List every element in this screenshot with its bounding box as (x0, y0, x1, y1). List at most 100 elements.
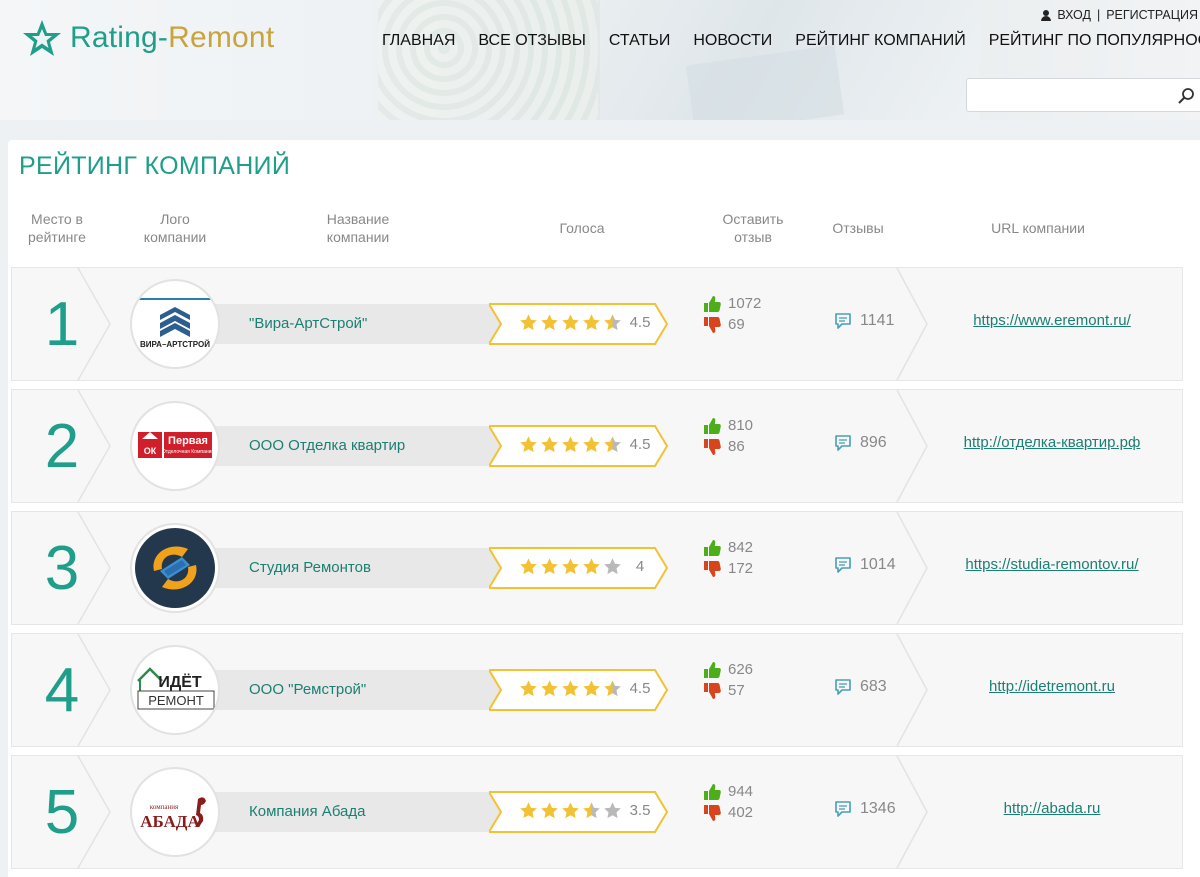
company-name-link[interactable]: ООО "Ремстрой" (249, 670, 366, 710)
nav-item-all-reviews[interactable]: ВСЕ ОТЗЫВЫ (478, 32, 586, 50)
site-header: Rating-Remont ВХОД | РЕГИСТРАЦИЯ ГЛАВНАЯ… (0, 0, 1200, 120)
search-input[interactable] (973, 80, 1173, 110)
like-row[interactable]: 810 (702, 415, 753, 436)
user-icon (1041, 9, 1052, 21)
star-icon (520, 314, 537, 331)
table-row: 3 Студия Ремонтов 4 842 172 1014 https:/… (11, 511, 1183, 625)
nav-item-home[interactable]: ГЛАВНАЯ (382, 32, 455, 50)
star-icon (604, 436, 621, 453)
reviews-count[interactable]: 683 (834, 678, 887, 696)
dislike-row[interactable]: 86 (702, 436, 753, 457)
company-logo[interactable]: ИДЁТ РЕМОНТ (130, 645, 220, 735)
star-icon (562, 802, 579, 819)
vote-counts: 810 86 (702, 415, 753, 457)
company-name-link[interactable]: Компания Абада (249, 792, 366, 832)
like-count: 842 (728, 539, 754, 556)
nav-item-company-rating[interactable]: РЕЙТИНГ КОМПАНИЙ (795, 32, 965, 50)
site-logo[interactable]: Rating-Remont (22, 16, 274, 60)
like-row[interactable]: 842 (702, 537, 753, 558)
company-name-link[interactable]: ООО Отделка квартир (249, 426, 405, 466)
thumbs-up-icon[interactable] (702, 660, 722, 680)
star-icon (520, 558, 537, 575)
thumbs-down-icon[interactable] (702, 803, 722, 823)
search-icon[interactable] (1177, 87, 1195, 105)
rank-number: 3 (44, 533, 80, 603)
company-logo[interactable] (130, 523, 220, 613)
abada-logo-image: компания АБАДА (140, 797, 206, 831)
comment-icon (835, 557, 851, 573)
thumbs-down-icon[interactable] (702, 315, 722, 335)
table-row: 5 Компания Абада компания АБАДА 3.5 944 (11, 755, 1183, 869)
vote-counts: 1072 69 (702, 293, 761, 335)
nav-item-news[interactable]: НОВОСТИ (693, 32, 772, 50)
table-row: 2 ООО Отделка квартир ОК Первая Отделочн… (11, 389, 1183, 503)
reviews-count[interactable]: 1346 (834, 800, 896, 818)
reviews-count[interactable]: 1014 (834, 556, 896, 574)
company-logo[interactable]: ОК Первая Отделочная Компания (130, 401, 220, 491)
company-url-link[interactable]: http://idetremont.ru (927, 678, 1177, 695)
company-url-link[interactable]: https://www.eremont.ru/ (927, 312, 1177, 329)
thumbs-down-icon[interactable] (702, 437, 722, 457)
dislike-row[interactable]: 57 (702, 680, 753, 701)
star-icon (520, 802, 537, 819)
company-url-link[interactable]: http://abada.ru (927, 800, 1177, 817)
like-row[interactable]: 626 (702, 659, 753, 680)
thumbs-down-icon[interactable] (702, 681, 722, 701)
star-icon (604, 680, 621, 697)
reviews-number: 683 (860, 678, 887, 695)
register-link[interactable]: РЕГИСТРАЦИЯ (1106, 8, 1198, 22)
nav-item-articles[interactable]: СТАТЬИ (609, 32, 670, 50)
star-rating (519, 557, 622, 576)
brand-part-remont: Remont (168, 21, 275, 54)
dislike-row[interactable]: 172 (702, 558, 753, 579)
reviews-count[interactable]: 896 (834, 434, 887, 452)
rating-box: 4 (489, 547, 669, 589)
column-header-name: Название компании (326, 211, 390, 245)
star-icon (562, 436, 579, 453)
like-row[interactable]: 944 (702, 781, 753, 802)
column-header-reviews: Отзывы (832, 220, 884, 236)
star-icon (604, 314, 621, 331)
company-url-link[interactable]: http://отделка-квартир.рф (927, 434, 1177, 451)
rating-value: 3.5 (629, 802, 651, 819)
star-icon (562, 680, 579, 697)
thumbs-up-icon[interactable] (702, 538, 722, 558)
thumbs-up-icon[interactable] (702, 782, 722, 802)
like-row[interactable]: 1072 (702, 293, 761, 314)
reviews-number: 1014 (860, 556, 896, 573)
reviews-count[interactable]: 1141 (834, 312, 894, 330)
company-url-link[interactable]: https://studia-remontov.ru/ (927, 556, 1177, 573)
rating-box: 4.5 (489, 303, 669, 345)
logo-text: ВИРА–АРТСТРОЙ (140, 340, 210, 349)
star-icon (541, 558, 558, 575)
table-row: 4 ООО "Ремстрой" ИДЁТ РЕМОНТ 4.5 626 57 … (11, 633, 1183, 747)
column-header-logo: Лого компании (143, 211, 207, 245)
company-name-link[interactable]: Студия Ремонтов (249, 548, 371, 588)
studia-logo-image (135, 528, 215, 608)
thumbs-up-icon[interactable] (702, 416, 722, 436)
dislike-count: 402 (728, 804, 754, 821)
dislike-row[interactable]: 69 (702, 314, 761, 335)
company-logo[interactable]: ВИРА–АРТСТРОЙ (130, 279, 220, 369)
dislike-row[interactable]: 402 (702, 802, 753, 823)
rating-value: 4.5 (629, 436, 651, 453)
like-count: 626 (728, 661, 754, 678)
main-nav: ГЛАВНАЯ ВСЕ ОТЗЫВЫ СТАТЬИ НОВОСТИ РЕЙТИН… (382, 32, 1200, 50)
rating-box: 4.5 (489, 669, 669, 711)
nav-item-popularity-rating[interactable]: РЕЙТИНГ ПО ПОПУЛЯРНОСТИ (989, 32, 1200, 50)
like-count: 944 (728, 783, 754, 800)
star-icon (583, 802, 600, 819)
rank-number: 4 (44, 655, 80, 725)
pervaya-logo-image: ОК Первая Отделочная Компания (138, 432, 214, 458)
brand-part-rating: Rating- (70, 21, 169, 54)
rating-value: 4.5 (629, 680, 651, 697)
star-rating (519, 679, 622, 698)
company-name-link[interactable]: "Вира-АртСтрой" (249, 304, 367, 344)
login-link[interactable]: ВХОД (1057, 8, 1091, 22)
company-logo[interactable]: компания АБАДА (130, 767, 220, 857)
page-title: РЕЙТИНГ КОМПАНИЙ (19, 152, 291, 180)
thumbs-up-icon[interactable] (702, 294, 722, 314)
star-icon (562, 314, 579, 331)
rank-number: 2 (44, 411, 80, 481)
thumbs-down-icon[interactable] (702, 559, 722, 579)
